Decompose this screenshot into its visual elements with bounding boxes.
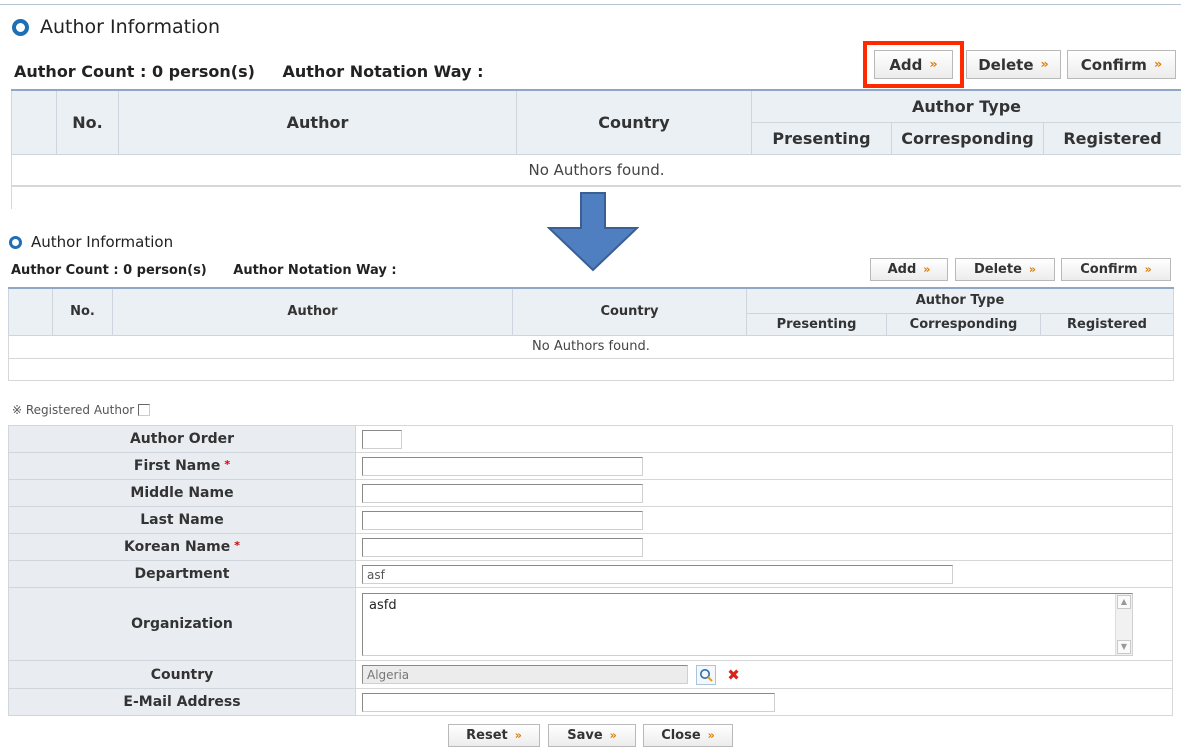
header-registered: Registered	[1043, 121, 1181, 155]
header-author-type: Author Type	[751, 89, 1181, 123]
arrow-icon: »	[707, 729, 715, 742]
arrow-icon: »	[923, 263, 931, 276]
header-no: No.	[56, 89, 119, 155]
scroll-up-icon[interactable]: ▲	[1117, 594, 1131, 609]
delete-button[interactable]: Delete»	[955, 258, 1055, 281]
header-presenting: Presenting	[751, 121, 892, 155]
department-label: Department	[8, 560, 356, 588]
close-button[interactable]: Close»	[643, 724, 733, 747]
textarea-scrollbar[interactable]: ▲ ▼	[1115, 593, 1132, 655]
arrow-icon: »	[1144, 263, 1152, 276]
author-notation-way: Author Notation Way :	[233, 263, 397, 278]
arrow-icon: »	[929, 57, 938, 72]
author-table-top: No. Author Country Author Type Presentin…	[11, 89, 1181, 187]
first-name-label: First Name *	[8, 452, 356, 480]
confirm-button[interactable]: Confirm»	[1067, 50, 1176, 79]
header-corresponding: Corresponding	[891, 121, 1044, 155]
empty-message: No Authors found.	[8, 334, 1174, 359]
korean-name-input[interactable]	[362, 538, 643, 557]
registered-author-label: ※ Registered Author	[12, 403, 135, 417]
header-no: No.	[52, 287, 113, 336]
registered-author-row: ※ Registered Author	[12, 403, 151, 417]
country-label: Country	[8, 660, 356, 689]
header-checkbox-col	[11, 89, 57, 155]
email-input[interactable]	[362, 693, 775, 712]
section-bullet-icon	[12, 18, 29, 36]
delete-button[interactable]: Delete»	[966, 50, 1061, 79]
header-author: Author	[112, 287, 513, 336]
scroll-down-icon[interactable]: ▼	[1117, 639, 1131, 654]
table-spacer-line	[11, 185, 1181, 186]
author-table-bottom: No. Author Country Author Type Presentin…	[8, 287, 1174, 381]
registered-author-checkbox[interactable]	[138, 404, 151, 416]
last-name-input[interactable]	[362, 511, 643, 530]
add-button[interactable]: Add»	[874, 50, 953, 79]
required-mark: *	[234, 539, 240, 552]
author-form: Author Order First Name * Middle Name Las…	[8, 425, 1173, 716]
down-arrow-icon	[547, 192, 639, 272]
arrow-icon: »	[1153, 57, 1163, 72]
middle-name-input[interactable]	[362, 484, 643, 503]
required-mark: *	[224, 458, 231, 471]
korean-name-label: Korean Name *	[8, 533, 356, 561]
section-title-top: Author Information	[12, 16, 220, 38]
search-icon[interactable]	[696, 664, 717, 685]
arrow-icon: »	[1028, 263, 1037, 276]
author-meta-bottom: Author Count : 0 person(s) Author Notati…	[11, 263, 419, 278]
department-input[interactable]	[362, 565, 953, 584]
organization-label: Organization	[8, 587, 356, 661]
header-registered: Registered	[1040, 312, 1174, 336]
header-author-type: Author Type	[746, 287, 1174, 314]
header-author: Author	[118, 89, 517, 155]
header-country: Country	[512, 287, 747, 336]
last-name-label: Last Name	[8, 506, 356, 534]
author-order-input[interactable]	[362, 430, 402, 449]
section-title-bottom: Author Information	[9, 233, 173, 251]
country-input	[362, 665, 688, 685]
section-title-text: Author Information	[31, 233, 174, 251]
header-presenting: Presenting	[746, 312, 887, 336]
header-corresponding: Corresponding	[886, 312, 1041, 336]
author-meta-top: Author Count : 0 person(s) Author Notati…	[14, 62, 505, 81]
author-order-label: Author Order	[8, 425, 356, 453]
middle-name-label: Middle Name	[8, 479, 356, 507]
confirm-button[interactable]: Confirm»	[1061, 258, 1171, 281]
arrow-icon: »	[514, 729, 522, 742]
header-checkbox-col	[8, 287, 53, 336]
first-name-input[interactable]	[362, 457, 643, 476]
section-bullet-icon	[9, 235, 22, 249]
email-label: E-Mail Address	[8, 688, 356, 716]
top-divider	[0, 4, 1181, 5]
clear-icon[interactable]: ✖	[727, 666, 740, 684]
organization-textarea[interactable]: asfd ▲ ▼	[362, 592, 1133, 656]
author-count: Author Count : 0 person(s)	[14, 62, 255, 81]
add-button[interactable]: Add»	[870, 258, 948, 281]
table-spacer-edge	[11, 185, 12, 209]
section-title-text: Author Information	[40, 16, 220, 38]
author-notation-way: Author Notation Way :	[282, 62, 484, 81]
table-spacer-row	[8, 357, 1174, 381]
arrow-icon: »	[1040, 57, 1049, 72]
author-count: Author Count : 0 person(s)	[11, 263, 207, 278]
reset-button[interactable]: Reset»	[448, 724, 540, 747]
header-country: Country	[516, 89, 752, 155]
arrow-icon: »	[609, 729, 617, 742]
empty-message: No Authors found.	[11, 153, 1181, 187]
save-button[interactable]: Save»	[548, 724, 636, 747]
